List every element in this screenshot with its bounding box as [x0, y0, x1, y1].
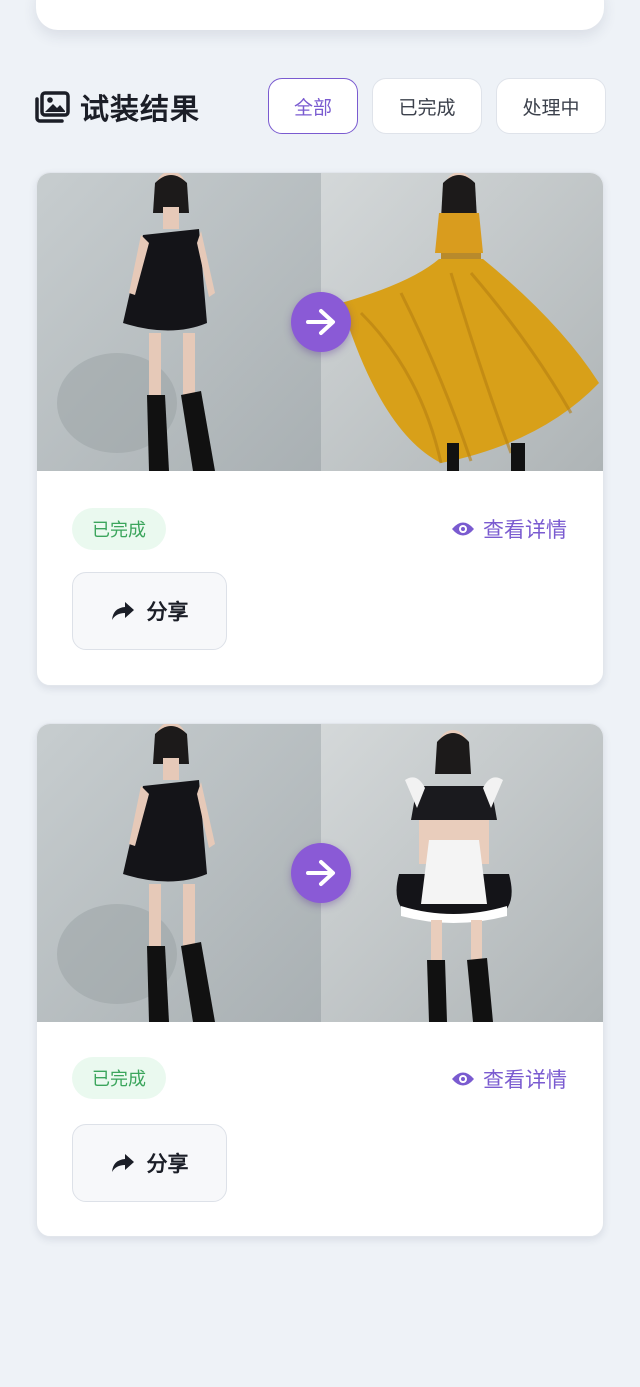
share-label: 分享	[146, 1152, 189, 1176]
view-details-link[interactable]: 查看详情	[451, 1061, 567, 1097]
view-details-link[interactable]: 查看详情	[451, 511, 567, 547]
status-badge: 已完成	[72, 1057, 166, 1099]
before-image[interactable]	[37, 724, 321, 1022]
filter-tabs: 全部 已完成 处理中	[268, 78, 606, 134]
filter-completed-button[interactable]: 已完成	[372, 78, 482, 134]
after-image[interactable]	[321, 173, 603, 471]
results-header: 试装结果 全部 已完成 处理中	[34, 78, 606, 136]
share-icon	[111, 602, 134, 620]
share-button[interactable]: 分享	[72, 1124, 227, 1202]
share-label: 分享	[146, 600, 189, 624]
eye-icon	[452, 1072, 474, 1086]
result-card: 已完成 查看详情 分享	[36, 172, 604, 686]
view-details-label: 查看详情	[483, 518, 567, 542]
previous-card	[36, 0, 604, 30]
arrow-right-icon	[291, 292, 351, 352]
result-card: 已完成 查看详情 分享	[36, 723, 604, 1237]
before-image[interactable]	[37, 173, 321, 471]
share-button[interactable]: 分享	[72, 572, 227, 650]
after-image[interactable]	[321, 724, 603, 1022]
filter-processing-button[interactable]: 处理中	[496, 78, 606, 134]
eye-icon	[452, 522, 474, 536]
filter-all-button[interactable]: 全部	[268, 78, 358, 134]
section-title-wrap: 试装结果	[34, 86, 200, 128]
status-badge: 已完成	[72, 508, 166, 550]
images-icon	[35, 91, 70, 123]
share-icon	[111, 1154, 134, 1172]
view-details-label: 查看详情	[483, 1068, 567, 1092]
arrow-right-icon	[291, 843, 351, 903]
section-title: 试装结果	[80, 92, 201, 126]
